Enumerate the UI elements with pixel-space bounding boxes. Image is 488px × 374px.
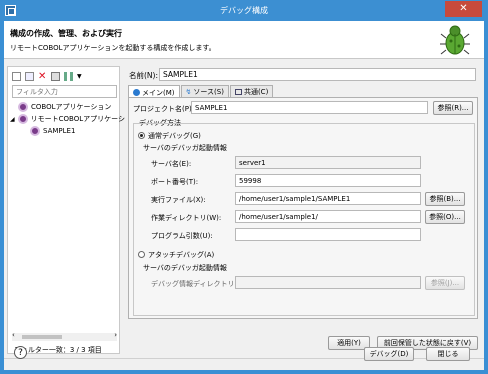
cobol-config-icon (18, 102, 28, 112)
name-label: 名前(N): (129, 71, 158, 80)
tree-item-remote-cobol-app[interactable]: ◢ リモートCOBOLアプリケーシ (10, 113, 125, 125)
tab-label: 共通(C) (243, 88, 269, 96)
attach-info-label: サーバのデバッガ起動情報 (143, 264, 227, 272)
workdir-input[interactable] (235, 210, 421, 223)
program-args-input[interactable] (235, 228, 421, 241)
close-window-button[interactable]: ✕ (445, 1, 482, 17)
filter-input[interactable] (12, 85, 117, 98)
dialog-header: 構成の作成、管理、および実行 リモートCOBOLアプリケーションを起動する構成を… (4, 21, 484, 59)
main-tab-icon (133, 89, 140, 96)
scroll-left-icon[interactable]: ‹ (12, 331, 15, 339)
window-title: デバッグ構成 (220, 6, 268, 15)
help-icon[interactable]: ? (14, 346, 27, 359)
tree-item-label: リモートCOBOLアプリケーシ (30, 115, 125, 123)
workdir-label: 作業ディレクトリ(W): (151, 214, 222, 222)
attach-debug-radio[interactable] (138, 251, 145, 258)
header-subtitle: リモートCOBOLアプリケーションを起動する構成を作成します。 (10, 44, 216, 52)
header-title: 構成の作成、管理、および実行 (10, 29, 122, 38)
close-button[interactable]: 閉じる (426, 347, 470, 361)
debuginfo-dir-label: デバッグ情報ディレクトリ(F): (151, 280, 247, 288)
tree-item-label: SAMPLE1 (43, 127, 76, 135)
config-name-input[interactable] (159, 68, 476, 81)
port-input[interactable] (235, 174, 421, 187)
config-toolbar: ✕ ▼ (12, 70, 86, 82)
normal-info-label: サーバのデバッガ起動情報 (143, 144, 227, 152)
source-tab-icon: ↯ (185, 88, 192, 96)
tree-item-label: COBOLアプリケーション (31, 103, 112, 111)
common-tab-icon (234, 89, 242, 95)
debug-bug-icon (440, 25, 470, 55)
dialog-window: デバッグ構成 ✕ 構成の作成、管理、および実行 リモートCOBOLアプリケーショ… (0, 0, 488, 374)
tree-item-sample1[interactable]: SAMPLE1 (30, 125, 75, 137)
project-browse-button[interactable]: 参照(R)... (433, 101, 473, 115)
filter-status: フィルター一致：3 / 3 項目 (14, 346, 102, 354)
port-label: ポート番号(T): (151, 178, 199, 186)
project-label: プロジェクト名(P): (133, 105, 195, 113)
attach-debug-label: アタッチデバッグ(A) (148, 251, 215, 259)
exec-browse-button[interactable]: 参照(B)... (425, 192, 465, 206)
tree-item-cobol-app[interactable]: COBOLアプリケーション (18, 101, 111, 113)
project-input[interactable] (191, 101, 428, 114)
normal-debug-radio[interactable] (138, 132, 145, 139)
config-list-panel: ✕ ▼ COBOLアプリケーション ◢ リモートCOBOLアプリケーシ SAMP… (7, 66, 125, 354)
exec-file-input[interactable] (235, 192, 421, 205)
collapse-icon[interactable] (51, 71, 60, 81)
horizontal-scrollbar[interactable]: ‹ › (12, 331, 117, 341)
server-input[interactable] (235, 156, 421, 169)
dropdown-icon[interactable]: ▼ (77, 72, 86, 81)
cobol-config-icon (30, 126, 40, 136)
exec-file-label: 実行ファイル(X): (151, 196, 206, 204)
tab-label: メイン(M) (142, 88, 175, 97)
duplicate-icon[interactable] (25, 71, 34, 81)
debuginfo-dir-input[interactable] (235, 276, 421, 289)
tab-label: ソース(S) (193, 88, 224, 96)
delete-icon[interactable]: ✕ (38, 71, 47, 81)
normal-debug-label: 通常デバッグ(G) (148, 132, 201, 140)
debug-button[interactable]: デバッグ(D) (364, 347, 414, 361)
expand-arrow-icon[interactable]: ◢ (10, 116, 15, 123)
title-bar: デバッグ構成 ✕ (0, 0, 488, 21)
new-config-icon[interactable] (12, 71, 21, 81)
debuginfo-browse-button[interactable]: 参照(J)... (425, 276, 465, 290)
scroll-right-icon[interactable]: › (114, 331, 117, 339)
main-tab-panel: プロジェクト名(P): 参照(R)... デバッグ方法 通常デバッグ(G) サー… (128, 97, 478, 319)
workdir-browse-button[interactable]: 参照(O)... (425, 210, 465, 224)
program-args-label: プログラム引数(U): (151, 232, 213, 240)
scrollbar-thumb[interactable] (22, 335, 62, 339)
filter-icon[interactable] (64, 71, 73, 81)
cobol-config-icon (17, 114, 28, 124)
config-editor: 名前(N): メイン(M) ↯ ソース(S) 共通(C) プロジェクト名(P): (125, 66, 480, 354)
server-label: サーバ名(E): (151, 160, 192, 168)
dialog-client: 構成の作成、管理、および実行 リモートCOBOLアプリケーションを起動する構成を… (4, 21, 484, 370)
